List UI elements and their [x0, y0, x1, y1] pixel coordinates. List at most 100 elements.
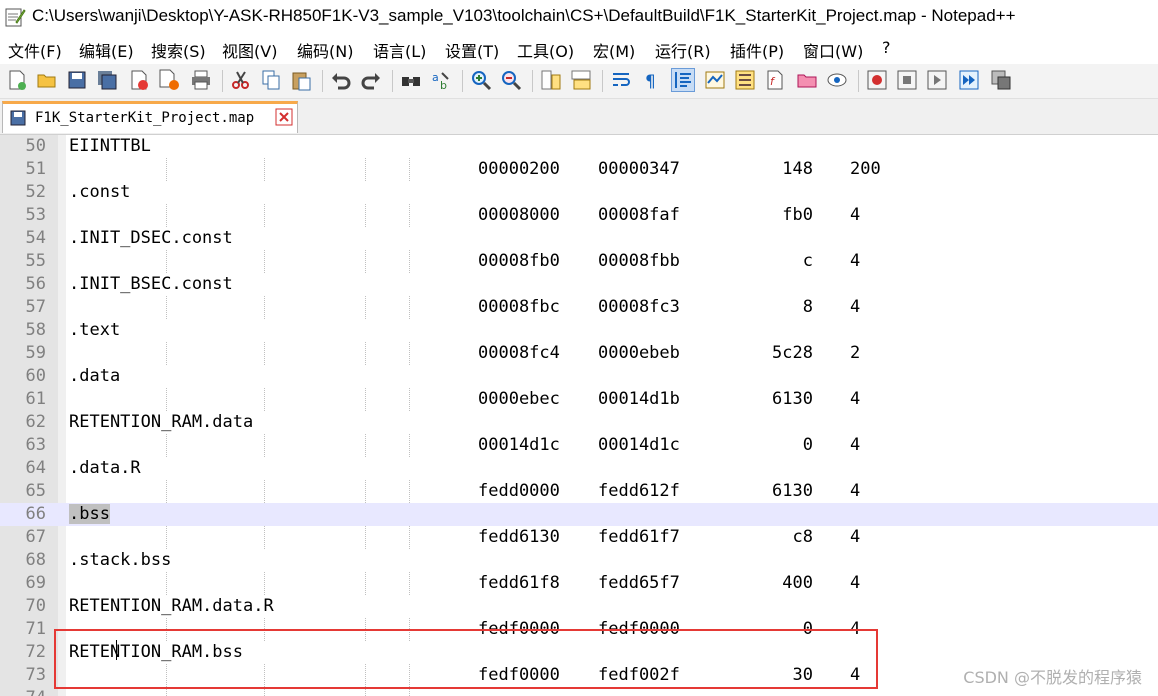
- line-number: 63: [25, 435, 46, 455]
- menu-settings[interactable]: 设置(T): [445, 38, 499, 62]
- sync-vertical-icon[interactable]: [540, 69, 562, 91]
- replace-icon[interactable]: ab: [430, 69, 452, 91]
- stop-record-icon[interactable]: [896, 69, 918, 91]
- indent-guide: [264, 204, 265, 227]
- menu-plugins[interactable]: 插件(P): [730, 38, 784, 62]
- end-address: 00008fbb: [598, 251, 680, 271]
- line-number: 73: [25, 665, 46, 685]
- paste-icon[interactable]: [290, 69, 312, 91]
- code-line[interactable]: 68 .stack.bss: [0, 549, 1158, 572]
- line-number: 57: [25, 297, 46, 317]
- new-file-icon[interactable]: [6, 69, 28, 91]
- code-line[interactable]: 50 EIINTTBL: [0, 135, 1158, 158]
- line-number: 58: [25, 320, 46, 340]
- code-line[interactable]: 58 .text: [0, 319, 1158, 342]
- code-line[interactable]: 51 00000200 00000347 148 200: [0, 158, 1158, 181]
- code-line[interactable]: 69 fedd61f8 fedd65f7 400 4: [0, 572, 1158, 595]
- code-line[interactable]: 67 fedd6130 fedd61f7 c8 4: [0, 526, 1158, 549]
- menu-file[interactable]: 文件(F): [8, 38, 62, 62]
- code-line[interactable]: 54 .INIT_DSEC.const: [0, 227, 1158, 250]
- tab-f1k-starterkit-map[interactable]: F1K_StarterKit_Project.map: [2, 101, 298, 133]
- code-line[interactable]: 65 fedd0000 fedd612f 6130 4: [0, 480, 1158, 503]
- code-line[interactable]: 60 .data: [0, 365, 1158, 388]
- code-line[interactable]: 55 00008fb0 00008fbb c 4: [0, 250, 1158, 273]
- indent-guide: [409, 250, 410, 273]
- line-number: 69: [25, 573, 46, 593]
- saved-file-icon: [10, 110, 26, 126]
- start-address: 00008fb0: [478, 251, 560, 271]
- start-address: 0000ebec: [478, 389, 560, 409]
- menu-tools[interactable]: 工具(O): [517, 38, 574, 62]
- copy-icon[interactable]: [260, 69, 282, 91]
- indent-guide: [409, 388, 410, 411]
- record-macro-icon[interactable]: [866, 69, 888, 91]
- save-all-icon[interactable]: [96, 69, 118, 91]
- line-number: 52: [25, 182, 46, 202]
- indent-guide: [365, 342, 366, 365]
- code-line[interactable]: 59 00008fc4 0000ebeb 5c28 2: [0, 342, 1158, 365]
- section-name: .const: [69, 182, 131, 202]
- code-line[interactable]: 70 RETENTION_RAM.data.R: [0, 595, 1158, 618]
- close-icon[interactable]: [128, 69, 150, 91]
- function-list-icon[interactable]: [734, 69, 756, 91]
- open-file-icon[interactable]: [36, 69, 58, 91]
- code-line[interactable]: 52 .const: [0, 181, 1158, 204]
- doc-map-icon[interactable]: [704, 69, 726, 91]
- indent-guide: [166, 388, 167, 411]
- code-line[interactable]: 57 00008fbc 00008fc3 8 4: [0, 296, 1158, 319]
- toolbar: ab ¶ f: [0, 64, 1158, 99]
- cut-icon[interactable]: [230, 69, 252, 91]
- code-line[interactable]: 66 .bss: [0, 503, 1158, 526]
- print-icon[interactable]: [190, 69, 212, 91]
- indent-guide: [166, 296, 167, 319]
- save-icon[interactable]: [66, 69, 88, 91]
- menu-language[interactable]: 语言(L): [373, 38, 426, 62]
- notepad-plus-plus-icon: [5, 8, 26, 27]
- align-value: 4: [850, 527, 861, 547]
- section-name: .INIT_DSEC.const: [69, 228, 233, 248]
- code-line[interactable]: 61 0000ebec 00014d1b 6130 4: [0, 388, 1158, 411]
- zoom-out-icon[interactable]: [500, 69, 522, 91]
- menu-edit[interactable]: 编辑(E): [79, 38, 134, 62]
- menu-search[interactable]: 搜索(S): [151, 38, 206, 62]
- close-all-icon[interactable]: [158, 69, 180, 91]
- code-line[interactable]: 64 .data.R: [0, 457, 1158, 480]
- code-line[interactable]: 56 .INIT_BSEC.const: [0, 273, 1158, 296]
- start-address: 00014d1c: [478, 435, 560, 455]
- sync-horizontal-icon[interactable]: [570, 69, 592, 91]
- menu-window[interactable]: 窗口(W): [803, 38, 863, 62]
- menu-view[interactable]: 视图(V): [222, 38, 277, 62]
- line-number: 62: [25, 412, 46, 432]
- show-all-chars-icon[interactable]: ¶: [640, 69, 662, 91]
- monitoring-eye-icon[interactable]: [826, 69, 848, 91]
- menu-run[interactable]: 运行(R): [655, 38, 711, 62]
- redo-icon[interactable]: [360, 69, 382, 91]
- align-value: 2: [850, 343, 861, 363]
- align-value: 4: [850, 435, 861, 455]
- indent-guide: [264, 572, 265, 595]
- menu-encoding[interactable]: 编码(N): [297, 38, 353, 62]
- code-line[interactable]: 53 00008000 00008faf fb0 4: [0, 204, 1158, 227]
- line-number: 65: [25, 481, 46, 501]
- svg-text:a: a: [432, 71, 439, 84]
- close-tab-icon[interactable]: [275, 108, 293, 126]
- line-number: 50: [25, 136, 46, 156]
- find-icon[interactable]: [400, 69, 422, 91]
- monitoring-folder-icon[interactable]: [796, 69, 818, 91]
- play-macro-icon[interactable]: [926, 69, 948, 91]
- toolbar-separator: [462, 70, 463, 92]
- undo-icon[interactable]: [330, 69, 352, 91]
- indent-guide-icon[interactable]: [671, 68, 695, 92]
- code-line[interactable]: 62 RETENTION_RAM.data: [0, 411, 1158, 434]
- save-macro-icon[interactable]: [990, 69, 1012, 91]
- editor-area[interactable]: 50 EIINTTBL 51 00000200 00000347 148 200 52 .con…: [0, 135, 1158, 696]
- folder-as-workspace-icon[interactable]: f: [764, 69, 786, 91]
- menu-help[interactable]: ?: [882, 38, 891, 57]
- word-wrap-icon[interactable]: [610, 69, 632, 91]
- end-address: 00014d1c: [598, 435, 680, 455]
- run-macro-multiple-icon[interactable]: [958, 69, 980, 91]
- zoom-in-icon[interactable]: [470, 69, 492, 91]
- menu-macro[interactable]: 宏(M): [593, 38, 635, 62]
- code-line[interactable]: 63 00014d1c 00014d1c 0 4: [0, 434, 1158, 457]
- tab-label: F1K_StarterKit_Project.map: [35, 110, 255, 126]
